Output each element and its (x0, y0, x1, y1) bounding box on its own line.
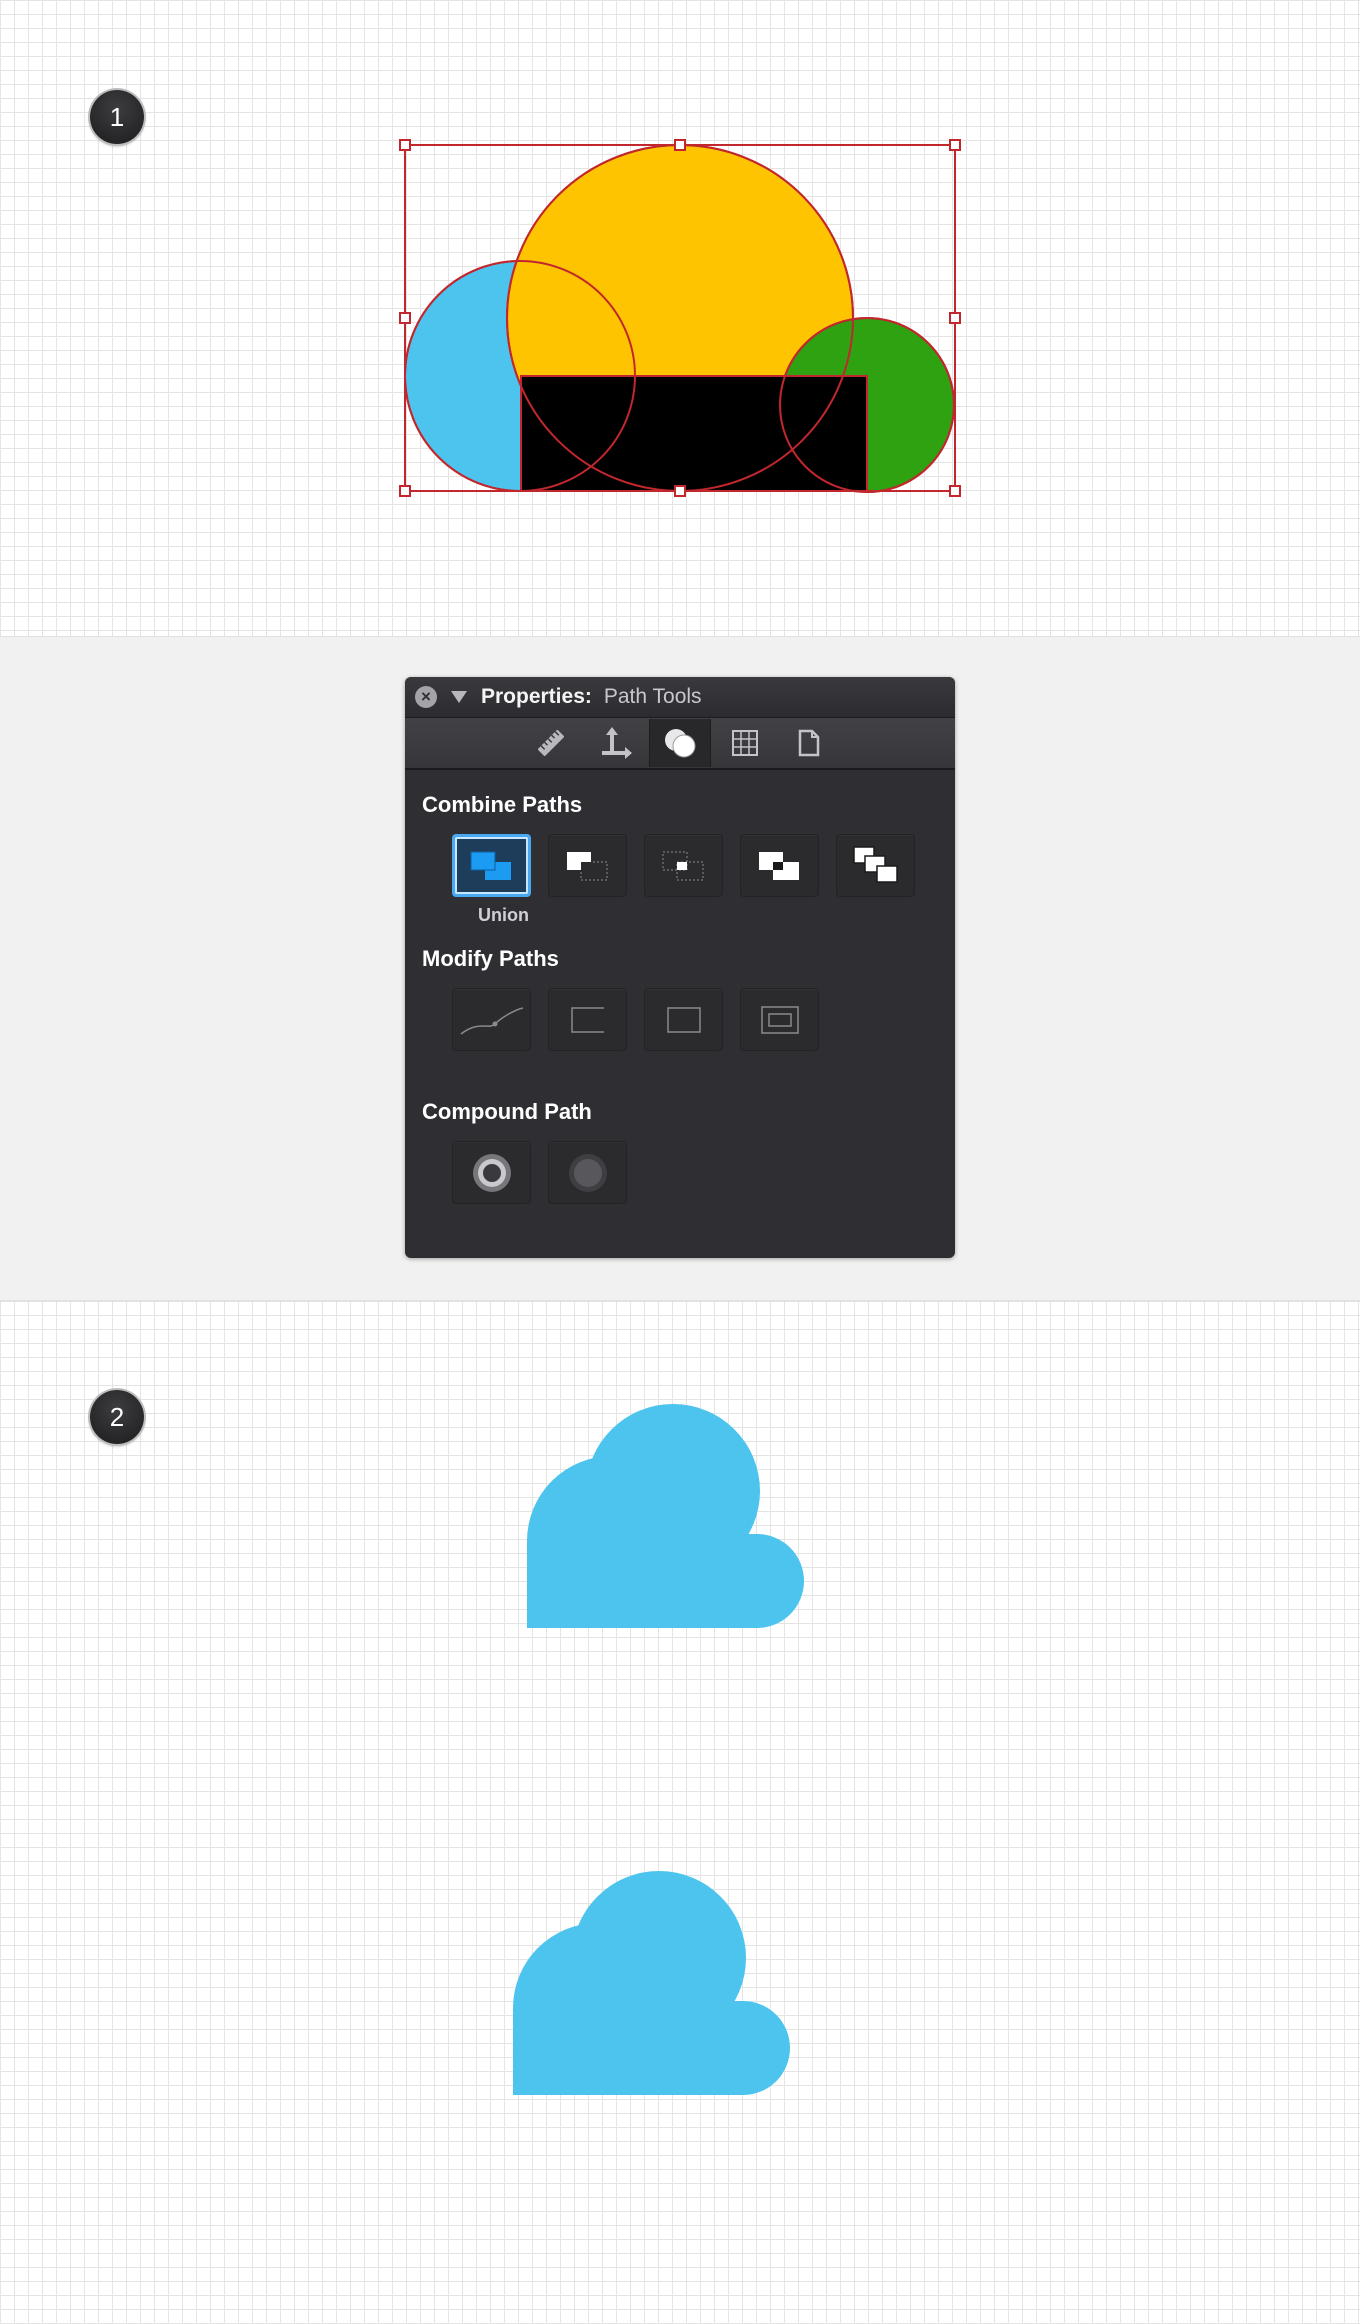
combine-paths-heading: Combine Paths (422, 792, 583, 817)
canvas-step-1: 1 (0, 0, 1360, 637)
curve-smooth-icon (460, 1006, 523, 1035)
close-icon[interactable]: × (415, 686, 437, 708)
intersect-button[interactable] (644, 834, 723, 897)
exclude-icon (758, 851, 799, 880)
cloud-shape-top[interactable] (527, 1404, 804, 1628)
tab-path-tools[interactable] (649, 719, 711, 767)
modify-paths-buttons (452, 988, 955, 1051)
cloud-results (513, 1404, 804, 2095)
canvas-step-2: 2 (0, 1300, 1360, 2324)
tab-grid[interactable] (715, 719, 775, 767)
close-path-button[interactable] (644, 988, 723, 1051)
subtract-button[interactable] (548, 834, 627, 897)
union-button[interactable] (452, 834, 531, 897)
smooth-path-button[interactable] (452, 988, 531, 1051)
open-rect-icon (570, 1006, 604, 1033)
tab-move[interactable] (585, 719, 645, 767)
modify-paths-heading: Modify Paths (422, 946, 559, 971)
panel-title-value: Path Tools (603, 685, 702, 708)
tab-document[interactable] (779, 719, 839, 767)
ruler-icon (537, 729, 565, 757)
intersect-icon (662, 851, 703, 880)
union-icon (470, 851, 511, 880)
path-tools-circles-icon (665, 729, 696, 758)
subtract-icon (566, 851, 607, 880)
divide-button[interactable] (836, 834, 915, 897)
union-caption: Union (478, 905, 529, 925)
move-arrows-icon (602, 727, 632, 759)
grid-icon (732, 730, 758, 756)
combine-paths-buttons (452, 834, 955, 897)
compound-path-buttons (452, 1141, 955, 1204)
panel-title-label: Properties: (481, 685, 592, 708)
open-path-button[interactable] (548, 988, 627, 1051)
panel-titlebar[interactable]: × Properties: Path Tools (405, 677, 955, 718)
divide-icon (852, 845, 898, 883)
offset-path-button[interactable] (740, 988, 819, 1051)
document-icon (798, 729, 820, 757)
tab-ruler[interactable] (521, 719, 581, 767)
release-compound-icon (568, 1153, 607, 1192)
properties-panel: × Properties: Path Tools Combine Paths U… (405, 677, 955, 1258)
compound-path-heading: Compound Path (422, 1099, 592, 1124)
collapse-triangle-icon[interactable] (451, 691, 467, 703)
exclude-button[interactable] (740, 834, 819, 897)
shapes-diagram (399, 139, 961, 497)
rect-icon (666, 1006, 701, 1033)
make-compound-icon (472, 1153, 511, 1192)
cloud-shape-bottom[interactable] (513, 1871, 790, 2095)
release-compound-button[interactable] (548, 1141, 627, 1204)
make-compound-button[interactable] (452, 1141, 531, 1204)
panel-toolbar (405, 718, 955, 770)
inset-rect-icon (760, 1005, 799, 1034)
panel-section: × Properties: Path Tools Combine Paths U… (0, 637, 1360, 1300)
